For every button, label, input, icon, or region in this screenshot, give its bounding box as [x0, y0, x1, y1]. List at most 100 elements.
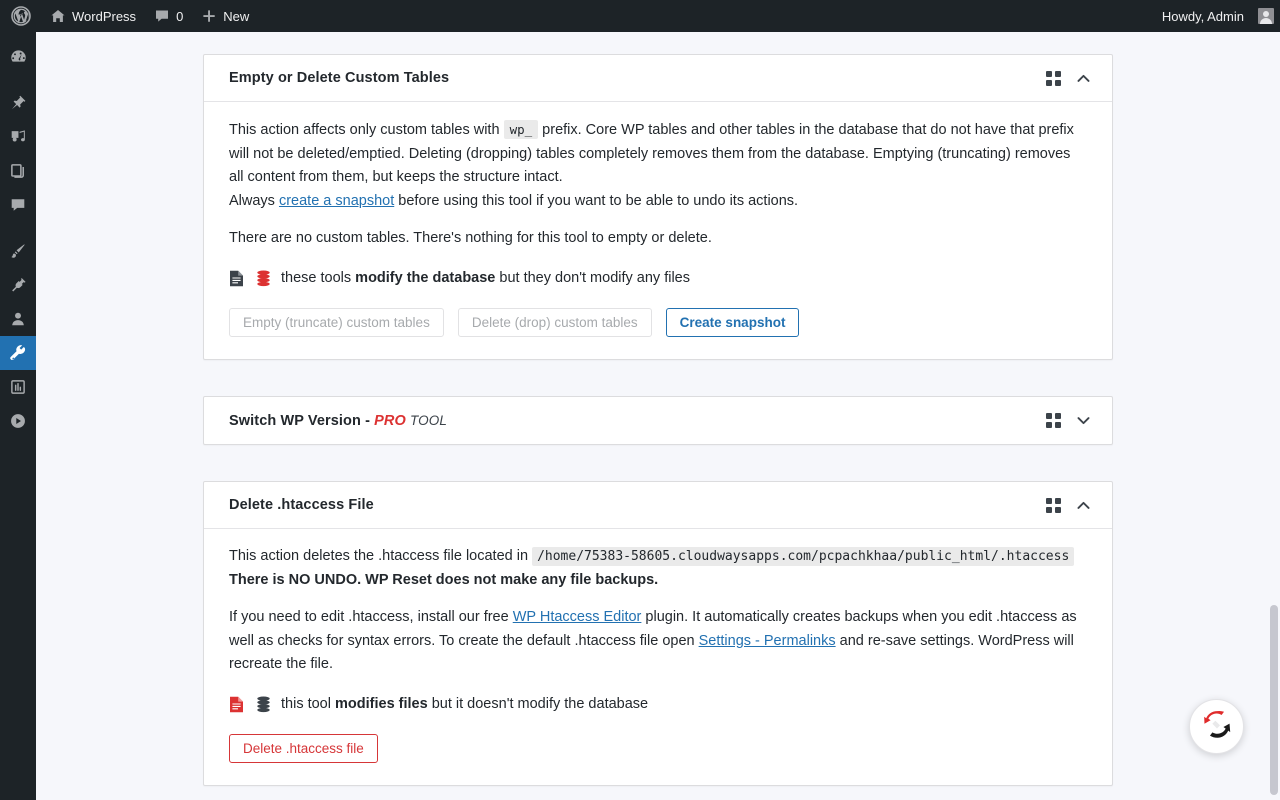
htaccess-editor-paragraph: If you need to edit .htaccess, install o… — [229, 606, 1087, 677]
htaccess-location-paragraph: This action deletes the .htaccess file l… — [229, 545, 1087, 592]
description-paragraph: This action affects only custom tables w… — [229, 118, 1087, 213]
note-part-a: these tools — [281, 269, 352, 286]
user-icon — [9, 310, 27, 328]
tool-effect-note: this tool modifies files but it doesn't … — [229, 693, 1087, 717]
site-name-label: WordPress — [72, 8, 137, 24]
sidebar-item-appearance[interactable] — [0, 234, 36, 268]
sidebar-item-tools[interactable] — [0, 336, 44, 370]
card-body: This action affects only custom tables w… — [204, 102, 1112, 359]
wp-reset-logo-icon — [1198, 705, 1236, 748]
no-undo-warning: There is NO UNDO. WP Reset does not make… — [229, 571, 659, 588]
sidebar-item-player[interactable] — [0, 404, 36, 438]
card-expand-toggle[interactable] — [1070, 408, 1096, 434]
paintbrush-icon — [9, 242, 27, 260]
editor-part-a: If you need to edit .htaccess, install o… — [229, 609, 509, 625]
card-header[interactable]: Empty or Delete Custom Tables — [204, 55, 1112, 102]
file-icon — [229, 270, 244, 287]
settings-permalinks-link[interactable]: Settings - Permalinks — [699, 633, 836, 649]
card-body: This action deletes the .htaccess file l… — [204, 529, 1112, 785]
tool-badge: TOOL — [410, 412, 447, 428]
card-title: Switch WP Version - PRO TOOL — [229, 413, 447, 429]
card-grid-button[interactable] — [1040, 408, 1066, 434]
wp-reset-floating-button[interactable] — [1189, 699, 1244, 754]
comment-bubble-icon — [154, 8, 170, 24]
wordpress-logo-button[interactable] — [0, 0, 41, 32]
plus-icon — [201, 8, 217, 24]
media-icon — [9, 128, 27, 146]
card-grid-button[interactable] — [1040, 492, 1066, 518]
note-part-b: but they don't modify any files — [499, 269, 690, 286]
create-snapshot-button[interactable]: Create snapshot — [665, 308, 800, 337]
wordpress-logo-icon — [11, 6, 31, 26]
grid-icon — [1045, 70, 1061, 86]
htaccess-path-code: /home/75383-58605.cloudwaysapps.com/pcpa… — [532, 547, 1075, 566]
comments-menu[interactable]: 0 — [145, 0, 192, 32]
snapshot-part-a: Always — [229, 192, 275, 209]
wrench-icon — [9, 344, 28, 363]
sidebar-item-plugins[interactable] — [0, 268, 36, 302]
sidebar-item-posts[interactable] — [0, 86, 36, 120]
no-custom-tables-message: There are no custom tables. There's noth… — [229, 230, 712, 246]
card-actions: Delete .htaccess file — [229, 734, 1087, 763]
howdy-label: Howdy, Admin — [1161, 8, 1244, 24]
account-menu[interactable]: Howdy, Admin — [1153, 0, 1280, 32]
sidebar-item-pages[interactable] — [0, 154, 36, 188]
empty-truncate-custom-tables-button[interactable]: Empty (truncate) custom tables — [229, 308, 444, 337]
card-title: Empty or Delete Custom Tables — [229, 70, 450, 86]
note-part-a: this tool — [281, 695, 331, 712]
play-circle-icon — [9, 412, 27, 430]
card-grid-button[interactable] — [1040, 65, 1066, 91]
tool-effect-note: these tools modify the database but they… — [229, 267, 1087, 291]
grid-icon — [1045, 413, 1061, 428]
pages-icon — [9, 162, 27, 180]
database-icon — [256, 696, 271, 713]
note-text: this tool modifies files but it doesn't … — [281, 693, 648, 717]
home-icon — [50, 8, 66, 24]
note-part-b: but it doesn't modify the database — [431, 695, 649, 712]
card-delete-htaccess-file: Delete .htaccess File This action delete… — [203, 481, 1113, 786]
delete-htaccess-file-button[interactable]: Delete .htaccess file — [229, 734, 378, 763]
plug-icon — [9, 276, 27, 294]
snapshot-part-b: before using this tool if you want to be… — [398, 192, 799, 209]
card-switch-wp-version: Switch WP Version - PRO TOOL — [203, 396, 1113, 445]
new-content-label: New — [223, 8, 250, 24]
wp-htaccess-editor-link[interactable]: WP Htaccess Editor — [513, 609, 642, 625]
admin-sidebar — [0, 32, 44, 800]
card-title: Delete .htaccess File — [229, 497, 374, 513]
note-bold: modify the database — [355, 269, 496, 286]
sidebar-item-media[interactable] — [0, 120, 36, 154]
card-actions: Empty (truncate) custom tables Delete (d… — [229, 308, 1087, 337]
dashboard-icon — [9, 48, 28, 67]
card-header[interactable]: Switch WP Version - PRO TOOL — [204, 397, 1112, 444]
location-part-a: This action deletes the .htaccess file l… — [229, 548, 529, 564]
comments-count: 0 — [176, 8, 184, 24]
admin-bar: WordPress 0 New Howdy, Admin — [0, 0, 1280, 32]
page-scrollbar[interactable] — [1270, 605, 1278, 795]
new-content-menu[interactable]: New — [192, 0, 258, 32]
card-title-text: Switch WP Version - — [229, 412, 375, 429]
chevron-down-icon — [1077, 417, 1089, 425]
sidebar-item-settings[interactable] — [0, 370, 36, 404]
comment-icon — [9, 196, 27, 214]
page-wrap: Empty or Delete Custom Tables This actio… — [36, 32, 1280, 786]
chevron-up-icon — [1077, 501, 1089, 509]
file-icon — [229, 696, 244, 713]
grid-icon — [1045, 497, 1061, 513]
avatar-icon — [1258, 8, 1274, 24]
pro-badge: PRO — [374, 412, 406, 429]
card-collapse-toggle[interactable] — [1070, 492, 1096, 518]
sidebar-item-comments[interactable] — [0, 188, 36, 222]
sidebar-item-dashboard[interactable] — [0, 40, 36, 74]
create-a-snapshot-link[interactable]: create a snapshot — [279, 193, 394, 209]
delete-drop-custom-tables-button[interactable]: Delete (drop) custom tables — [457, 308, 652, 337]
note-bold: modifies files — [335, 695, 428, 712]
site-name-menu[interactable]: WordPress — [41, 0, 145, 32]
admin-content-area: Empty or Delete Custom Tables This actio… — [36, 32, 1280, 800]
card-collapse-toggle[interactable] — [1070, 65, 1096, 91]
desc-part-a: This action affects only custom tables w… — [229, 122, 500, 138]
chevron-up-icon — [1077, 74, 1089, 82]
card-header[interactable]: Delete .htaccess File — [204, 482, 1112, 529]
sidebar-item-users[interactable] — [0, 302, 36, 336]
table-prefix-code: wp_ — [503, 120, 539, 139]
note-text: these tools modify the database but they… — [281, 267, 690, 291]
